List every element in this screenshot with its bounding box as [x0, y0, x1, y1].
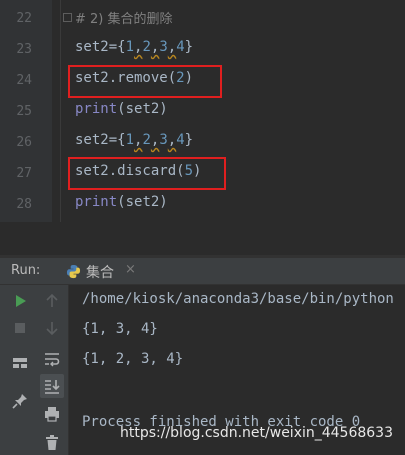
- line-number: 27: [16, 166, 32, 181]
- code-text: print(set2): [75, 194, 168, 210]
- console-line: /home/kiosk/anaconda3/base/bin/python: [82, 291, 394, 307]
- print-icon[interactable]: [40, 402, 64, 426]
- code-line-22[interactable]: 22 # 2) 集合的删除: [0, 3, 405, 34]
- fold-marker-icon[interactable]: [63, 13, 72, 22]
- code-line-26[interactable]: 26 set2={1,2,3,4}: [0, 127, 405, 158]
- line-number: 24: [16, 73, 32, 88]
- code-editor[interactable]: 22 # 2) 集合的删除 23 set2={1,2,3,4} 24 set2.…: [0, 0, 405, 222]
- scroll-to-end-icon[interactable]: [40, 374, 64, 398]
- stop-icon[interactable]: [8, 316, 32, 340]
- line-number: 25: [16, 104, 32, 119]
- panel-divider: [0, 222, 405, 258]
- python-icon: [66, 264, 81, 279]
- layout-icon[interactable]: [8, 351, 32, 375]
- trash-icon[interactable]: [40, 430, 64, 454]
- run-tool-window-header: Run: 集合 ×: [0, 258, 405, 285]
- code-text: set2={1,2,3,4}: [75, 132, 194, 148]
- line-number: 26: [16, 135, 32, 150]
- code-line-28[interactable]: 28 print(set2): [0, 189, 405, 220]
- code-line-25[interactable]: 25 print(set2): [0, 96, 405, 127]
- line-number: 22: [16, 11, 32, 26]
- highlight-box-remove: [68, 65, 222, 98]
- run-tab[interactable]: 集合 ×: [62, 258, 142, 284]
- up-arrow-icon[interactable]: [40, 289, 64, 313]
- line-number: 28: [16, 197, 32, 212]
- console-line: {1, 2, 3, 4}: [82, 351, 184, 367]
- code-text: set2={1,2,3,4}: [75, 39, 194, 55]
- run-icon[interactable]: [8, 289, 32, 313]
- pin-icon[interactable]: [8, 389, 32, 413]
- down-arrow-icon[interactable]: [40, 316, 64, 340]
- code-line-23[interactable]: 23 set2={1,2,3,4}: [0, 34, 405, 65]
- console-line: {1, 3, 4}: [82, 321, 158, 337]
- highlight-box-discard: [68, 157, 226, 190]
- run-label: Run:: [11, 263, 41, 278]
- run-tab-label: 集合: [86, 265, 114, 281]
- code-comment: # 2) 集合的删除: [75, 12, 173, 27]
- watermark: https://blog.csdn.net/weixin_44568633: [119, 425, 393, 441]
- soft-wrap-icon[interactable]: [40, 347, 64, 371]
- code-text: print(set2): [75, 101, 168, 117]
- close-icon[interactable]: ×: [125, 262, 136, 277]
- line-number: 23: [16, 42, 32, 57]
- run-toolbar: [0, 285, 68, 455]
